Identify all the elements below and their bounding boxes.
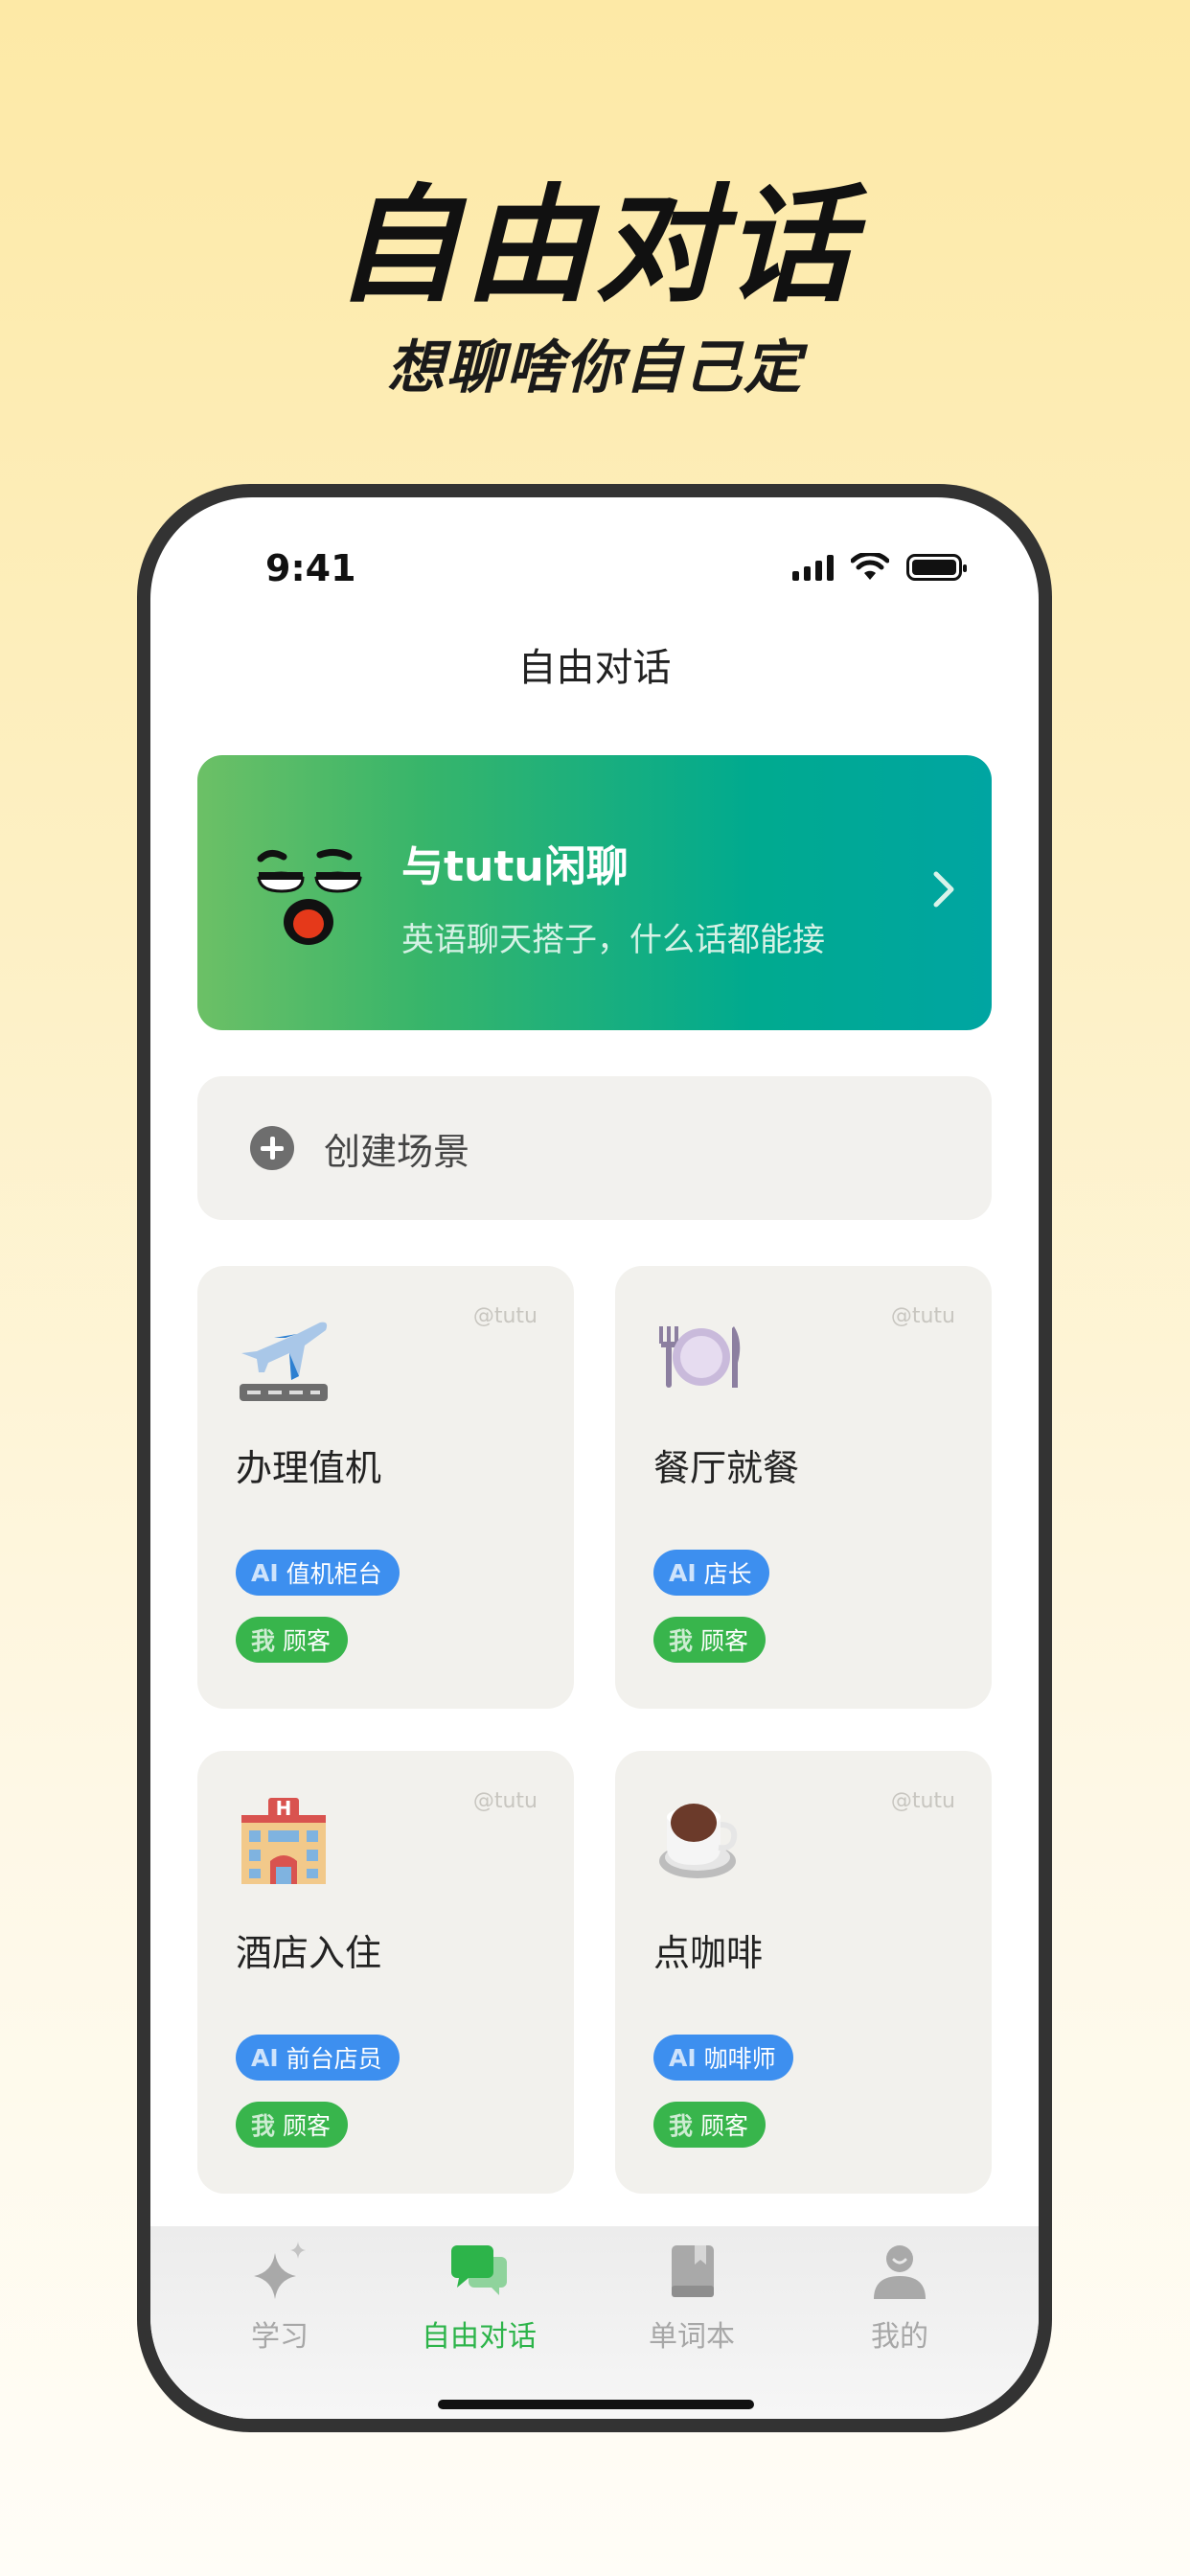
ai-role-badge: AI 店长: [653, 1550, 769, 1596]
user-role-prefix: 我: [251, 1627, 276, 1655]
plate-icon: [659, 1326, 741, 1388]
battery-icon: [906, 554, 967, 581]
tab-label: 单词本: [649, 2320, 735, 2354]
ai-role-label: 值机柜台: [286, 1560, 382, 1588]
ai-role-prefix: AI: [669, 1558, 697, 1587]
ai-role-prefix: AI: [251, 2043, 279, 2072]
tab-free-talk[interactable]: 自由对话: [383, 2240, 575, 2355]
user-role-label: 顾客: [283, 1627, 332, 1655]
coffee-icon: [659, 1804, 738, 1878]
tab-label: 我的: [871, 2320, 928, 2354]
user-role-label: 顾客: [700, 2112, 749, 2140]
user-icon: [874, 2245, 926, 2299]
scene-name: 办理值机: [236, 1447, 382, 1489]
user-role-label: 顾客: [283, 2112, 332, 2140]
hotel-icon: H: [241, 1797, 326, 1884]
scene-card-hotel[interactable]: @tutu H 酒店入住 AI 前台店员 我 顾客: [197, 1751, 574, 2194]
user-role-prefix: 我: [669, 2112, 694, 2140]
ai-role-label: 店长: [703, 1560, 752, 1588]
ai-role-prefix: AI: [669, 2043, 697, 2072]
ai-role-badge: AI 咖啡师: [653, 2035, 793, 2081]
scene-card-coffee[interactable]: @tutu 点咖啡 AI 咖啡师 我 顾客: [615, 1751, 992, 2194]
user-role-prefix: 我: [251, 2112, 276, 2140]
airplane-icon: [240, 1322, 328, 1401]
user-role-prefix: 我: [669, 1627, 694, 1655]
ai-role-label: 咖啡师: [703, 2045, 776, 2073]
user-role-badge: 我 顾客: [653, 1617, 767, 1663]
user-role-badge: 我 顾客: [653, 2102, 767, 2148]
promo-subtitle: 想聊啥你自己定: [387, 334, 803, 402]
ai-role-badge: AI 前台店员: [236, 2035, 400, 2081]
user-role-badge: 我 顾客: [236, 2102, 349, 2148]
tab-label: 自由对话: [422, 2320, 537, 2354]
sparkle-icon: [254, 2242, 306, 2299]
scene-name: 酒店入住: [236, 1932, 382, 1974]
scene-name: 点咖啡: [653, 1932, 764, 1974]
chevron-right-icon: [933, 871, 954, 908]
tab-word-book[interactable]: 单词本: [596, 2240, 788, 2355]
scene-author-tag: @tutu: [472, 1789, 538, 1813]
ai-role-label: 前台店员: [286, 2045, 382, 2073]
chat-bubbles-icon: [451, 2245, 507, 2295]
ai-role-prefix: AI: [251, 1558, 279, 1587]
book-icon: [672, 2245, 714, 2297]
tab-study[interactable]: 学习: [184, 2240, 376, 2355]
page-title: 自由对话: [517, 646, 672, 690]
tab-label: 学习: [251, 2320, 309, 2354]
scene-card-restaurant[interactable]: @tutu 餐厅就餐 AI 店长 我 顾客: [615, 1266, 992, 1709]
ai-role-badge: AI 值机柜台: [236, 1550, 400, 1596]
scene-author-tag: @tutu: [890, 1304, 955, 1328]
scene-name: 餐厅就餐: [653, 1447, 800, 1489]
bottom-tab-bar: 学习 自由对话 单词本 我的: [150, 2226, 1039, 2419]
home-indicator: [438, 2400, 754, 2409]
phone-screen: 9:41 自由对话 与tutu闲聊 英语聊天搭子，什么话都能接 创建场景 @tu…: [150, 497, 1039, 2419]
wifi-icon: [851, 553, 889, 580]
tutu-mascot-icon: [257, 848, 362, 945]
chat-card-title: 与tutu闲聊: [401, 842, 629, 891]
tab-mine[interactable]: 我的: [804, 2240, 995, 2355]
create-scene-button[interactable]: 创建场景: [197, 1076, 992, 1220]
user-role-badge: 我 顾客: [236, 1617, 349, 1663]
create-scene-label: 创建场景: [324, 1131, 470, 1173]
cellular-signal-icon: [792, 554, 834, 581]
scene-card-checkin[interactable]: @tutu 办理值机 AI 值机柜台 我 顾客: [197, 1266, 574, 1709]
status-icons: [792, 553, 967, 582]
chat-card-subtitle: 英语聊天搭子，什么话都能接: [401, 921, 825, 959]
scene-author-tag: @tutu: [472, 1304, 538, 1328]
svg-text:H: H: [276, 1797, 292, 1820]
promo-title: 自由对话: [334, 172, 856, 320]
phone-frame: 9:41 自由对话 与tutu闲聊 英语聊天搭子，什么话都能接 创建场景 @tu…: [137, 484, 1052, 2432]
scene-author-tag: @tutu: [890, 1789, 955, 1813]
chat-with-tutu-card[interactable]: 与tutu闲聊 英语聊天搭子，什么话都能接: [197, 755, 992, 1030]
status-time: 9:41: [265, 547, 356, 589]
plus-circle-icon: [250, 1126, 294, 1170]
user-role-label: 顾客: [700, 1627, 749, 1655]
